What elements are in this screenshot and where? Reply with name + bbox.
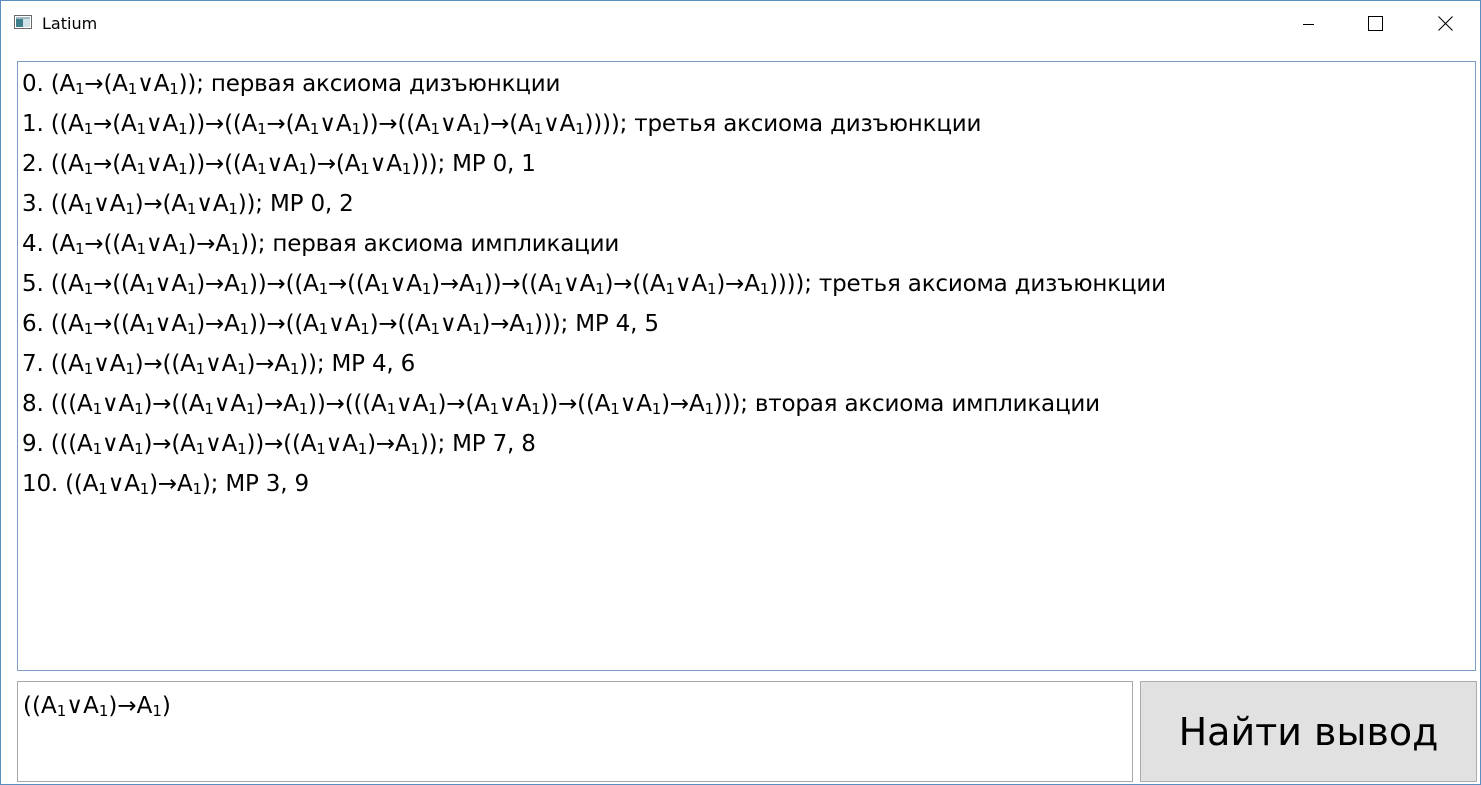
proof-line: 1. ((A1→(A1∨A1))→((A1→(A1∨A1))→((A1∨A1)→… bbox=[22, 111, 982, 138]
close-button[interactable] bbox=[1422, 1, 1468, 46]
app-window: Latium 0. (A1→(A1∨A1)); первая аксиома д… bbox=[0, 0, 1481, 785]
title-bar[interactable]: Latium bbox=[1, 1, 1480, 46]
maximize-icon bbox=[1367, 16, 1383, 31]
proof-line: 4. (A1→((A1∨A1)→A1)); первая аксиома имп… bbox=[22, 231, 620, 258]
formula-input[interactable]: ((A1∨A1)→A1) bbox=[17, 681, 1133, 782]
proof-line: 0. (A1→(A1∨A1)); первая аксиома дизъюнкц… bbox=[22, 71, 561, 98]
proof-line: 2. ((A1→(A1∨A1))→((A1∨A1)→(A1∨A1))); MP … bbox=[22, 151, 536, 178]
minimize-button[interactable] bbox=[1286, 1, 1332, 46]
proof-line: 3. ((A1∨A1)→(A1∨A1)); MP 0, 2 bbox=[22, 191, 354, 218]
proof-line: 7. ((A1∨A1)→((A1∨A1)→A1)); MP 4, 6 bbox=[22, 351, 416, 378]
proof-line: 6. ((A1→((A1∨A1)→A1))→((A1∨A1)→((A1∨A1)→… bbox=[22, 311, 659, 338]
close-icon bbox=[1437, 16, 1453, 31]
proof-line: 8. (((A1∨A1)→((A1∨A1)→A1))→(((A1∨A1)→(A1… bbox=[22, 391, 1100, 418]
minimize-icon bbox=[1303, 23, 1314, 25]
proof-line: 5. ((A1→((A1∨A1)→A1))→((A1→((A1∨A1)→A1))… bbox=[22, 271, 1166, 298]
proof-line: 10. ((A1∨A1)→A1); MP 3, 9 bbox=[22, 471, 309, 498]
proof-line: 9. (((A1∨A1)→(A1∨A1))→((A1∨A1)→A1)); MP … bbox=[22, 431, 536, 458]
window-title: Latium bbox=[42, 14, 98, 33]
proof-output[interactable]: 0. (A1→(A1∨A1)); первая аксиома дизъюнкц… bbox=[17, 61, 1476, 671]
maximize-button[interactable] bbox=[1352, 1, 1398, 46]
find-derivation-button[interactable]: Найти вывод bbox=[1140, 681, 1477, 782]
app-icon bbox=[14, 15, 32, 29]
